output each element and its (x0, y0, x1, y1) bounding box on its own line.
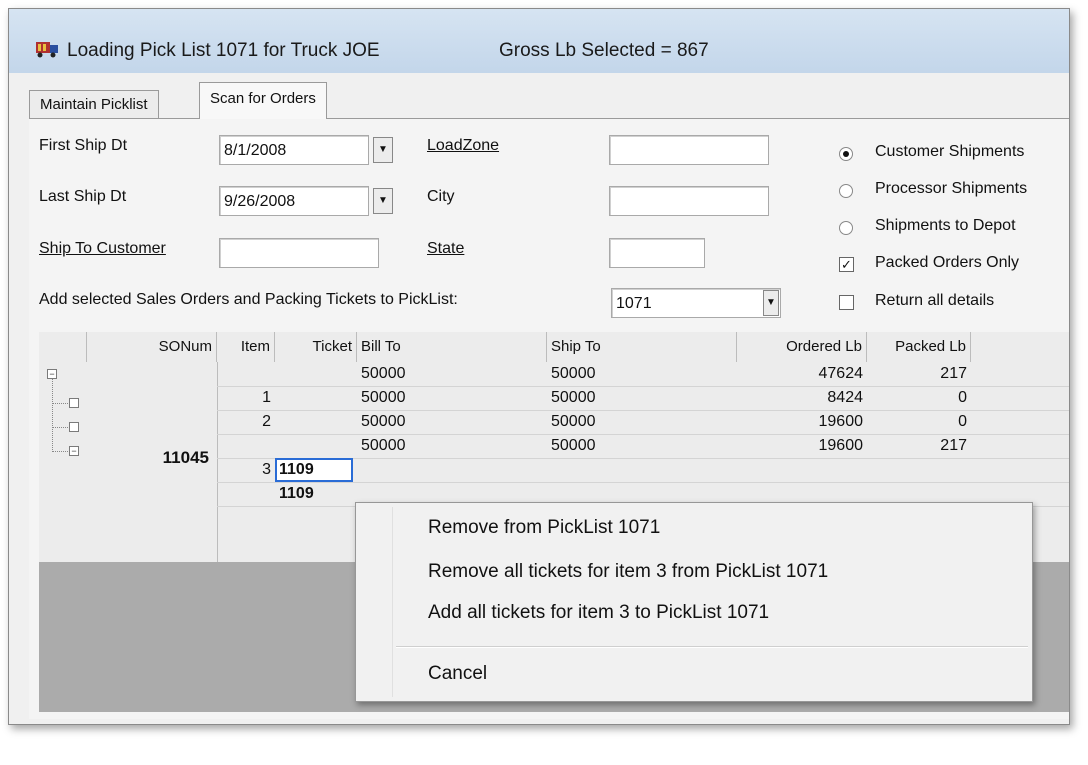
truck-app-icon (36, 42, 58, 58)
ticket-cell (275, 434, 353, 458)
ordered-lb-cell: 19600 (818, 413, 864, 430)
packed-lb-cell: 0 (958, 389, 967, 406)
header-packed-lb[interactable]: Packed Lb (867, 332, 971, 362)
table-row[interactable]: 3 1109 (217, 458, 1069, 483)
packed-lb-cell: 217 (940, 365, 967, 382)
menu-separator (396, 646, 1028, 648)
ticket-cell (275, 362, 353, 386)
tree-node-item-1[interactable] (69, 398, 79, 408)
packed-orders-label: Packed Orders Only (875, 254, 1020, 271)
radio-customer-shipments[interactable] (839, 147, 853, 161)
packed-lb-cell: 217 (940, 437, 967, 454)
radio-shipments-to-depot[interactable] (839, 221, 853, 235)
gross-lb-selected: Gross Lb Selected = 867 (499, 40, 709, 61)
return-all-details-label: Return all details (875, 292, 995, 309)
header-bill-to[interactable]: Bill To (357, 332, 547, 362)
header-sonum[interactable]: SONum (87, 332, 217, 362)
ordered-lb-cell: 8424 (827, 389, 863, 406)
header-ordered-lb[interactable]: Ordered Lb (737, 332, 867, 362)
window-title: Loading Pick List 1071 for Truck JOE (67, 40, 380, 61)
ticket-cell (275, 386, 353, 410)
item-cell: 1 (262, 389, 271, 406)
add-selected-label: Add selected Sales Orders and Packing Ti… (39, 291, 458, 308)
tree-line (52, 427, 70, 428)
table-row[interactable]: 2 50000 50000 19600 0 (217, 410, 1069, 435)
ordered-lb-cell: 19600 (818, 437, 864, 454)
first-ship-dropdown-button[interactable]: ▼ (373, 137, 393, 163)
ship-to-cell: 50000 (551, 365, 596, 382)
table-row[interactable]: 1 50000 50000 8424 0 (217, 386, 1069, 411)
collapse-order-icon[interactable]: − (47, 369, 57, 379)
ship-to-customer-field[interactable] (219, 238, 379, 268)
packed-orders-checkbox[interactable]: ✓ (839, 257, 854, 272)
last-ship-label: Last Ship Dt (39, 188, 127, 205)
header-tree-spacer (39, 332, 87, 362)
tree-node-item-2[interactable] (69, 422, 79, 432)
table-row[interactable]: 50000 50000 47624 217 (217, 362, 1069, 387)
loadzone-field[interactable] (609, 135, 769, 165)
header-ticket[interactable]: Ticket (275, 332, 357, 362)
radio-customer-label: Customer Shipments (875, 143, 1025, 160)
tab-scan-for-orders[interactable]: Scan for Orders (199, 82, 327, 119)
menu-item-remove-all-tickets-item[interactable]: Remove all tickets for item 3 from PickL… (428, 556, 828, 588)
item-cell: 3 (262, 461, 271, 478)
grid-header: SONum Item Ticket Bill To Ship To Ordere… (39, 332, 1069, 363)
menu-gutter (392, 507, 393, 697)
title-bar: Loading Pick List 1071 for Truck JOE Gro… (9, 9, 1069, 73)
item-cell (217, 434, 271, 458)
first-ship-date-field[interactable]: 8/1/2008 (219, 135, 369, 165)
picklist-select[interactable]: 1071 (611, 288, 781, 318)
sonum-cell[interactable]: 11045 (87, 362, 218, 562)
context-menu: Remove from PickList 1071 Remove all tic… (355, 502, 1033, 702)
ticket-cell-selected[interactable]: 1109 (275, 458, 353, 482)
table-row[interactable]: 50000 50000 19600 217 (217, 434, 1069, 459)
collapse-item-3-icon[interactable]: − (69, 446, 79, 456)
return-all-details-checkbox[interactable] (839, 295, 854, 310)
bill-to-cell: 50000 (361, 437, 406, 454)
ship-to-cell: 50000 (551, 389, 596, 406)
picklist-dropdown-button[interactable]: ▼ (763, 290, 779, 316)
sonum-value: 11045 (162, 448, 209, 467)
item-cell (217, 362, 271, 386)
header-ship-to[interactable]: Ship To (547, 332, 737, 362)
tree-column: − − (39, 362, 88, 562)
radio-processor-shipments[interactable] (839, 184, 853, 198)
tree-line (52, 451, 70, 452)
state-label[interactable]: State (427, 240, 464, 258)
menu-item-remove-from-picklist[interactable]: Remove from PickList 1071 (428, 512, 660, 544)
state-field[interactable] (609, 238, 705, 268)
packed-lb-cell: 0 (958, 413, 967, 430)
ordered-lb-cell: 47624 (818, 365, 864, 382)
menu-item-cancel[interactable]: Cancel (428, 658, 487, 690)
ticket-cell: 1109 (279, 485, 314, 502)
radio-depot-label: Shipments to Depot (875, 217, 1016, 234)
city-label: City (427, 188, 455, 205)
bill-to-cell: 50000 (361, 413, 406, 430)
tree-line (52, 403, 70, 404)
ship-to-customer-label[interactable]: Ship To Customer (39, 240, 166, 258)
tab-maintain-picklist[interactable]: Maintain Picklist (29, 90, 159, 119)
header-item[interactable]: Item (217, 332, 275, 362)
item-cell: 2 (262, 413, 271, 430)
city-field[interactable] (609, 186, 769, 216)
bill-to-cell: 50000 (361, 365, 406, 382)
last-ship-dropdown-button[interactable]: ▼ (373, 188, 393, 214)
first-ship-label: First Ship Dt (39, 137, 128, 154)
last-ship-date-field[interactable]: 9/26/2008 (219, 186, 369, 216)
ship-to-cell: 50000 (551, 437, 596, 454)
menu-item-add-all-tickets-item[interactable]: Add all tickets for item 3 to PickList 1… (428, 597, 769, 629)
radio-processor-label: Processor Shipments (875, 180, 1028, 197)
bill-to-cell: 50000 (361, 389, 406, 406)
ticket-cell (275, 410, 353, 434)
loadzone-label[interactable]: LoadZone (427, 137, 499, 155)
ship-to-cell: 50000 (551, 413, 596, 430)
tree-line (52, 378, 53, 452)
